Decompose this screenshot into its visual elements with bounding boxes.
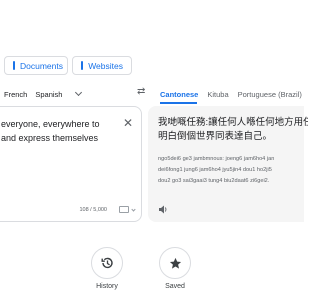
target-language-bar: Cantonese Kituba Portuguese (Brazil) (160, 84, 302, 104)
saved-label: Saved (165, 283, 185, 290)
translation-line: 我哋嘅任務:讓任何人喺任何地方用任 (158, 117, 308, 128)
source-text-line: everyone, everywhere to (1, 119, 100, 129)
chevron-down-icon[interactable] (75, 88, 83, 97)
website-icon (81, 61, 84, 70)
document-icon (13, 61, 15, 70)
swap-languages-icon[interactable]: ⇄ (137, 86, 145, 97)
target-lang-kituba[interactable]: Kituba (207, 90, 228, 99)
documents-button[interactable]: Documents (4, 56, 68, 75)
romanization-line: dei6fong1 jung6 jam6ho4 jyu5jin4 dou1 ho… (158, 167, 272, 173)
history-label: History (96, 283, 118, 290)
chevron-down-icon[interactable] (131, 207, 136, 212)
source-language-bar: French Spanish (0, 84, 146, 104)
history-button[interactable] (91, 247, 123, 279)
source-text-panel[interactable]: everyone, everywhere to and express them… (0, 106, 142, 222)
star-icon (169, 257, 181, 269)
documents-label: Documents (20, 60, 63, 71)
speaker-icon[interactable] (158, 205, 168, 214)
romanization-text: ngo5dei6 ge3 jambmnous: joeng6 jam6ho4 j… (158, 154, 308, 187)
romanization-line: dou2 go3 sai3gaai3 tung4 biu2daat6 zi6ge… (158, 178, 270, 184)
keyboard-icon[interactable] (119, 206, 129, 213)
source-text-line: and express themselves (1, 133, 99, 143)
clear-text-icon[interactable]: ✕ (123, 117, 133, 129)
source-text-input[interactable]: everyone, everywhere to and express them… (1, 117, 123, 145)
translation-line: 明白倒個世界同表達自己。 (158, 131, 273, 142)
target-lang-cantonese[interactable]: Cantonese (160, 90, 198, 99)
history-icon (101, 257, 113, 269)
source-lang-french[interactable]: French (4, 90, 27, 99)
saved-button[interactable] (159, 247, 191, 279)
romanization-line: ngo5dei6 ge3 jambmnous: joeng6 jam6ho4 j… (158, 156, 275, 162)
active-tab-indicator (160, 102, 197, 104)
source-lang-spanish[interactable]: Spanish (35, 90, 62, 99)
websites-label: Websites (88, 60, 123, 71)
target-lang-portuguese-brazil[interactable]: Portuguese (Brazil) (238, 90, 302, 99)
character-count: 108 / 5,000 (79, 207, 107, 213)
websites-button[interactable]: Websites (72, 56, 132, 75)
translation-output-panel: 我哋嘅任務:讓任何人喺任何地方用任 明白倒個世界同表達自己。 ngo5dei6 … (148, 106, 308, 222)
translation-text: 我哋嘅任務:讓任何人喺任何地方用任 明白倒個世界同表達自己。 (158, 116, 308, 144)
